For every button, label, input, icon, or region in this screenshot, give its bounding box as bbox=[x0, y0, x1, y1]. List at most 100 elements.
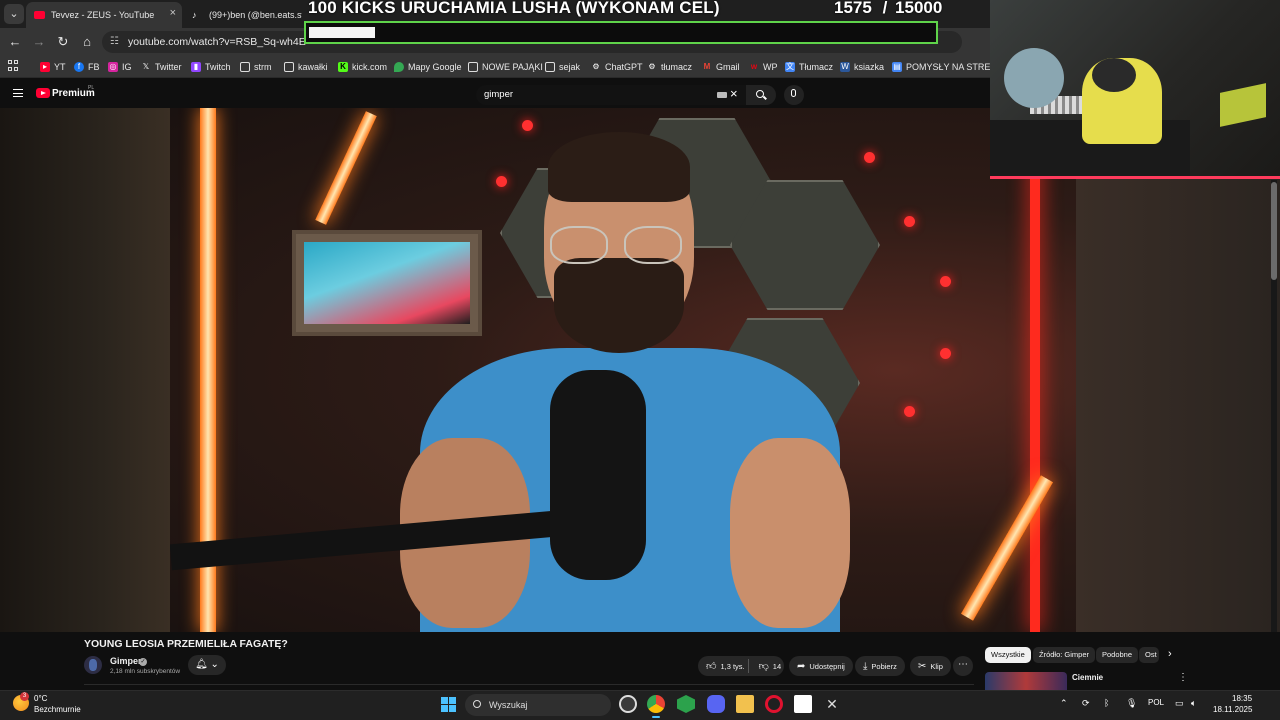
voice-search-button[interactable] bbox=[784, 85, 804, 105]
chip-related[interactable]: Podobne bbox=[1096, 647, 1139, 663]
forward-arrow-icon[interactable]: → bbox=[30, 33, 48, 51]
wall-light-bulb bbox=[864, 152, 875, 163]
weather-temperature[interactable]: 0°C bbox=[34, 694, 47, 703]
folder-icon bbox=[284, 62, 294, 72]
network-icon[interactable]: ▭ bbox=[1175, 698, 1184, 709]
bluetooth-icon[interactable]: ᛒ bbox=[1104, 698, 1109, 708]
subscriber-count: 2,18 mln subskrybentów bbox=[110, 668, 181, 675]
wall-light-bulb bbox=[522, 120, 533, 131]
sync-icon[interactable]: ⟳ bbox=[1082, 698, 1090, 709]
recommended-more-icon[interactable]: ⋮ bbox=[1178, 672, 1188, 683]
bookmark-folder-nowe-pajaki[interactable]: NOWE PAJĄKI bbox=[468, 60, 543, 74]
dislike-count[interactable]: 14 bbox=[773, 662, 781, 671]
apps-grid-icon[interactable] bbox=[8, 60, 20, 72]
like-dislike-group: 👍︎ 1,3 tys. 👎︎ 14 bbox=[698, 656, 784, 676]
folder-icon bbox=[545, 62, 555, 72]
volume-icon[interactable]: 🔈︎ bbox=[1191, 698, 1196, 709]
search-input[interactable]: gimper bbox=[476, 85, 746, 105]
clock-time[interactable]: 18:35 bbox=[1232, 694, 1252, 703]
thumbs-down-icon[interactable]: 👎︎ bbox=[759, 660, 769, 672]
video-player[interactable] bbox=[170, 108, 1076, 632]
download-button[interactable]: ⤓ Pobierz bbox=[855, 656, 905, 676]
notion-icon[interactable] bbox=[794, 695, 812, 713]
wall-light-bulb bbox=[940, 276, 951, 287]
bookmark-tlumacz[interactable]: ⚙ tłumacz bbox=[647, 60, 692, 74]
bookmark-chatgpt[interactable]: ⚙ ChatGPT bbox=[591, 60, 642, 74]
opera-icon[interactable] bbox=[765, 695, 783, 713]
clock-date[interactable]: 18.11.2025 bbox=[1213, 705, 1252, 714]
language-indicator[interactable]: POL bbox=[1148, 698, 1164, 707]
bookmark-maps[interactable]: Mapy Google bbox=[394, 60, 462, 74]
person-beard bbox=[554, 258, 684, 353]
back-arrow-icon[interactable]: ← bbox=[6, 33, 24, 51]
like-count[interactable]: 1,3 tys. bbox=[720, 662, 744, 671]
bookmark-ig[interactable]: ◎ IG bbox=[108, 60, 132, 74]
search-icon bbox=[756, 90, 764, 98]
bookmark-ksiazka[interactable]: Wksiazka bbox=[840, 60, 884, 74]
tab-search-chevron-icon[interactable]: ⌄ bbox=[4, 4, 24, 24]
windows-start-icon[interactable] bbox=[441, 697, 456, 712]
chatgpt-icon: ⚙ bbox=[648, 62, 656, 71]
bookmark-folder-kawalki[interactable]: kawałki bbox=[284, 60, 328, 74]
show-hidden-icons-chevron-up-icon[interactable]: ⌃ bbox=[1060, 698, 1068, 709]
chip-recent[interactable]: Ost bbox=[1139, 647, 1159, 663]
description-divider bbox=[84, 684, 974, 685]
tab-title: Tevvez - ZEUS - YouTube bbox=[51, 10, 155, 20]
streamer-webcam-overlay bbox=[990, 0, 1280, 176]
home-icon[interactable]: ⌂ bbox=[78, 33, 96, 51]
clip-button[interactable]: ✂ Klip bbox=[910, 656, 951, 676]
bookmark-fb[interactable]: f FB bbox=[74, 60, 100, 74]
tab-youtube[interactable]: Tevvez - ZEUS - YouTube × bbox=[26, 2, 182, 28]
verified-check-icon: ✓ bbox=[139, 658, 147, 666]
discord-icon[interactable] bbox=[707, 695, 725, 713]
youtube-favicon-icon bbox=[34, 11, 45, 19]
bookmark-pomysly[interactable]: ▤ POMYSŁY NA STRE... bbox=[892, 60, 998, 74]
bookmark-yt[interactable]: ▸ YT bbox=[40, 60, 66, 74]
webcam-border bbox=[990, 176, 1280, 179]
taskbar-search[interactable]: Wyszukaj bbox=[465, 694, 611, 716]
reload-icon[interactable]: ↻ bbox=[54, 33, 72, 51]
chrome-icon[interactable] bbox=[647, 695, 665, 718]
weather-description[interactable]: Bezchmurnie bbox=[34, 705, 81, 714]
more-actions-button[interactable]: ⋯ bbox=[953, 656, 973, 676]
bookmark-kick[interactable]: Kkick.com bbox=[338, 60, 387, 74]
chip-source-gimper[interactable]: Źródło: Gimper bbox=[1033, 647, 1096, 663]
recommended-video-thumbnail[interactable] bbox=[985, 672, 1067, 690]
close-tab-icon[interactable]: × bbox=[170, 7, 176, 19]
bookmark-twitch[interactable]: ▮ Twitch bbox=[191, 60, 231, 74]
wall-light-bulb bbox=[904, 216, 915, 227]
studio-microphone bbox=[550, 370, 646, 580]
bookmark-wp[interactable]: w WP bbox=[749, 60, 778, 74]
menu-icon[interactable] bbox=[13, 89, 23, 97]
thumbs-up-icon[interactable]: 👍︎ bbox=[706, 660, 716, 672]
youtube-logo-icon[interactable] bbox=[36, 88, 50, 98]
like-divider bbox=[748, 659, 749, 673]
file-explorer-icon[interactable] bbox=[736, 695, 754, 713]
bookmark-folder-sejak[interactable]: sejak bbox=[545, 60, 580, 74]
wall-light-bulb bbox=[496, 176, 507, 187]
microphone-tray-icon[interactable]: 🎙︎ bbox=[1126, 698, 1137, 709]
page-scrollbar-thumb[interactable] bbox=[1271, 182, 1277, 280]
notification-bell-button[interactable]: 🔔︎ ⌄ bbox=[188, 655, 226, 675]
search-button[interactable] bbox=[746, 85, 776, 105]
bookmark-gmail[interactable]: M Gmail bbox=[702, 60, 740, 74]
chatgpt-icon: ⚙ bbox=[592, 62, 600, 71]
tab-tiktok[interactable]: ♪ (99+)ben (@ben.eats.stuff) | TikTok bbox=[184, 2, 302, 28]
keyboard-icon[interactable] bbox=[717, 92, 727, 98]
recommended-video-title[interactable]: Ciemnie bbox=[1072, 673, 1103, 682]
clear-search-icon[interactable]: × bbox=[730, 86, 738, 101]
chevron-right-icon[interactable]: › bbox=[1168, 648, 1172, 660]
channel-avatar[interactable] bbox=[84, 656, 102, 674]
bookmark-folder-strm[interactable]: strm bbox=[240, 60, 272, 74]
share-button[interactable]: ➦ Udostępnij bbox=[789, 656, 853, 676]
url-text: youtube.com/watch?v=RSB_Sq-wh4E bbox=[128, 36, 306, 48]
tools-icon[interactable]: ✕ bbox=[823, 695, 841, 713]
obs-icon[interactable] bbox=[619, 695, 637, 713]
bookmark-tlumacz-google[interactable]: 文 Tłumacz bbox=[785, 60, 833, 74]
bookmark-twitter[interactable]: 𝕏 Twitter bbox=[141, 60, 182, 74]
site-info-icon[interactable]: ☷ bbox=[110, 31, 119, 53]
facebook-icon: f bbox=[74, 62, 84, 72]
translate-icon: 文 bbox=[785, 62, 795, 72]
chip-all[interactable]: Wszystkie bbox=[985, 647, 1031, 663]
channel-name[interactable]: Gimper bbox=[110, 656, 142, 666]
